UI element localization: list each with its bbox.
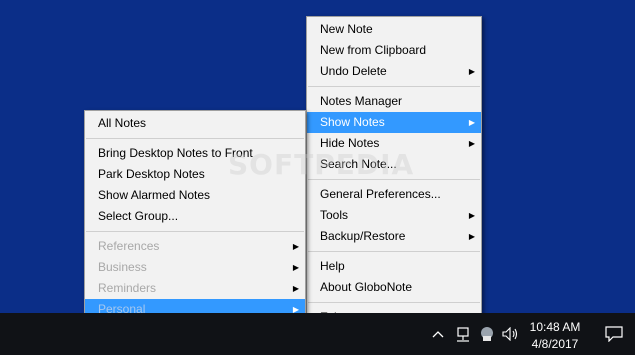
submenu-arrow-icon: ▶ [292,263,299,272]
submenu-arrow-icon: ▶ [468,67,475,76]
menu-separator [86,231,304,232]
menu-item-label: Park Desktop Notes [98,167,205,181]
menu-item-about-globonote[interactable]: About GloboNote [307,277,481,298]
menu-item-label: Notes Manager [320,94,403,108]
submenu-arrow-icon: ▶ [468,139,475,148]
menu-separator [86,138,304,139]
menu-item-new-from-clipboard[interactable]: New from Clipboard [307,40,481,61]
taskbar: 10:48 AM 4/8/2017 [0,313,635,355]
submenu-arrow-icon: ▶ [468,232,475,241]
submenu-item-show-alarmed-notes[interactable]: Show Alarmed Notes [85,185,305,206]
menu-item-label: About GloboNote [320,280,413,294]
menu-item-new-note[interactable]: New Note [307,19,481,40]
submenu-item-bring-desktop-notes-to-front[interactable]: Bring Desktop Notes to Front [85,143,305,164]
notification-icon[interactable] [592,313,635,355]
submenu-arrow-icon: ▶ [292,284,299,293]
menu-item-help[interactable]: Help [307,256,481,277]
menu-item-show-notes[interactable]: Show Notes ▶ [307,112,481,133]
volume-icon[interactable] [501,326,521,342]
submenu-item-park-desktop-notes[interactable]: Park Desktop Notes [85,164,305,185]
menu-item-label: Show Alarmed Notes [98,188,211,202]
menu-item-label: New from Clipboard [320,43,427,57]
menu-item-backup-restore[interactable]: Backup/Restore ▶ [307,226,481,247]
menu-item-hide-notes[interactable]: Hide Notes ▶ [307,133,481,154]
menu-item-notes-manager[interactable]: Notes Manager [307,91,481,112]
submenu-arrow-icon: ▶ [468,118,475,127]
menu-item-label: Help [320,259,345,273]
menu-separator [308,179,480,180]
chevron-up-icon[interactable] [430,326,446,342]
menu-item-label: References [98,239,160,253]
submenu-arrow-icon: ▶ [468,211,475,220]
taskbar-clock[interactable]: 10:48 AM 4/8/2017 [522,319,588,353]
clock-date: 4/8/2017 [531,337,579,351]
menu-item-label: Business [98,260,147,274]
menu-item-tools[interactable]: Tools ▶ [307,205,481,226]
menu-item-label: Undo Delete [320,64,387,78]
submenu-arrow-icon: ▶ [292,242,299,251]
submenu-item-reminders: Reminders ▶ [85,278,305,299]
submenu-item-all-notes[interactable]: All Notes [85,113,305,134]
menu-item-label: Search Note... [320,157,397,171]
menu-item-label: Reminders [98,281,157,295]
menu-item-label: Tools [320,208,349,222]
globonote-tray-icon[interactable] [477,325,497,343]
menu-item-general-preferences[interactable]: General Preferences... [307,184,481,205]
menu-item-label: Hide Notes [320,136,380,150]
menu-item-label: Bring Desktop Notes to Front [98,146,253,160]
menu-item-search-note[interactable]: Search Note... [307,154,481,175]
submenu-item-select-group[interactable]: Select Group... [85,206,305,227]
globonote-context-menu: New Note New from Clipboard Undo Delete ▶ No… [306,16,482,331]
submenu-item-business: Business ▶ [85,257,305,278]
menu-item-label: Backup/Restore [320,229,406,243]
menu-separator [308,86,480,87]
network-icon[interactable] [453,326,473,344]
menu-item-label: New Note [320,22,373,36]
clock-time: 10:48 AM [529,320,581,334]
menu-item-undo-delete[interactable]: Undo Delete ▶ [307,61,481,82]
menu-item-label: General Preferences... [320,187,441,201]
menu-separator [308,251,480,252]
menu-item-label: All Notes [98,116,147,130]
menu-separator [308,302,480,303]
menu-item-label: Select Group... [98,209,179,223]
submenu-item-references: References ▶ [85,236,305,257]
menu-item-label: Show Notes [320,115,385,129]
